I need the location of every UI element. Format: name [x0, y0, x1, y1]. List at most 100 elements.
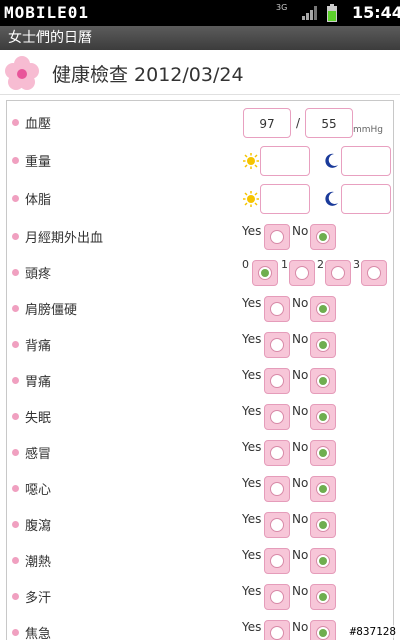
- bp-separator: /: [296, 116, 301, 130]
- scale-radio-1[interactable]: [289, 260, 315, 286]
- radio-ring: [295, 266, 309, 280]
- yes-label: Yes: [242, 476, 262, 490]
- row-label: 潮熱: [25, 555, 52, 570]
- row-label: 胃痛: [25, 375, 52, 390]
- row-hot-flashes: 潮熱 Yes No: [7, 543, 393, 579]
- bullet: [12, 485, 19, 492]
- no-radio[interactable]: [310, 584, 336, 610]
- no-radio[interactable]: [310, 476, 336, 502]
- app-title-bar: 女士們的日曆: [0, 26, 400, 50]
- yes-radio[interactable]: [264, 476, 290, 502]
- yes-label: Yes: [242, 224, 262, 238]
- radio-ring: [270, 302, 284, 316]
- no-label: No: [292, 476, 309, 490]
- bullet: [12, 233, 19, 240]
- battery-icon: [327, 4, 337, 22]
- radio-ring: [316, 482, 330, 496]
- yes-radio[interactable]: [264, 224, 290, 250]
- row-blood-pressure: 血壓 97 / 55 mmHg: [7, 105, 393, 141]
- bullet: [12, 269, 19, 276]
- app-title: 女士們的日曆: [8, 30, 92, 46]
- radio-dot: [319, 233, 327, 241]
- no-radio[interactable]: [310, 404, 336, 430]
- no-radio[interactable]: [310, 620, 336, 640]
- flower-icon: [5, 56, 39, 90]
- yes-radio[interactable]: [264, 620, 290, 640]
- row-headache: 頭疼 0 1 2 3: [7, 255, 393, 291]
- scale-label-2: 2: [317, 258, 324, 271]
- yes-label: Yes: [242, 620, 262, 634]
- network-type: 3G: [276, 3, 288, 12]
- weight-morning-input[interactable]: [260, 146, 310, 176]
- yes-radio[interactable]: [264, 332, 290, 358]
- scale-radio-0[interactable]: [252, 260, 278, 286]
- no-label: No: [292, 404, 309, 418]
- radio-ring: [316, 410, 330, 424]
- row-body-fat: 体脂: [7, 181, 393, 217]
- no-label: No: [292, 548, 309, 562]
- radio-ring: [270, 230, 284, 244]
- no-radio[interactable]: [310, 440, 336, 466]
- no-radio[interactable]: [310, 548, 336, 574]
- row-diarrhea: 腹瀉 Yes No: [7, 507, 393, 543]
- radio-ring: [316, 374, 330, 388]
- yes-radio[interactable]: [264, 296, 290, 322]
- radio-ring: [316, 338, 330, 352]
- radio-ring: [316, 554, 330, 568]
- page-title: 健康檢查 2012/03/24: [52, 64, 244, 86]
- sun-icon: [243, 191, 259, 207]
- yes-radio[interactable]: [264, 584, 290, 610]
- row-label: 重量: [25, 155, 52, 170]
- row-label: 月經期外出血: [25, 231, 104, 246]
- radio-dot: [261, 269, 269, 277]
- moon-icon: [325, 191, 338, 206]
- health-check-form: 血壓 97 / 55 mmHg 重量 体脂 月經期外出血 Yes No 頭疼 0…: [6, 100, 394, 640]
- row-weight: 重量: [7, 143, 393, 179]
- radio-dot: [319, 521, 327, 529]
- bullet: [12, 449, 19, 456]
- row-insomnia: 失眠 Yes No: [7, 399, 393, 435]
- radio-dot: [319, 557, 327, 565]
- radio-dot: [319, 593, 327, 601]
- row-label: 失眠: [25, 411, 52, 426]
- yes-label: Yes: [242, 404, 262, 418]
- yes-radio[interactable]: [264, 512, 290, 538]
- weight-night-input[interactable]: [341, 146, 391, 176]
- radio-ring: [316, 446, 330, 460]
- no-radio[interactable]: [310, 512, 336, 538]
- radio-dot: [319, 485, 327, 493]
- status-brand: MOBILE01: [4, 3, 90, 22]
- no-radio[interactable]: [310, 224, 336, 250]
- diastolic-input[interactable]: 55: [305, 108, 353, 138]
- radio-ring: [270, 338, 284, 352]
- yes-radio[interactable]: [264, 440, 290, 466]
- radio-ring: [270, 374, 284, 388]
- row-label: 頭疼: [25, 267, 52, 282]
- scale-label-1: 1: [281, 258, 288, 271]
- scale-label-3: 3: [353, 258, 360, 271]
- scale-radio-2[interactable]: [325, 260, 351, 286]
- systolic-input[interactable]: 97: [243, 108, 291, 138]
- radio-ring: [316, 230, 330, 244]
- bullet: [12, 157, 19, 164]
- no-radio[interactable]: [310, 368, 336, 394]
- scale-radio-3[interactable]: [361, 260, 387, 286]
- yes-radio[interactable]: [264, 548, 290, 574]
- bullet: [12, 557, 19, 564]
- row-label: 体脂: [25, 193, 52, 208]
- no-label: No: [292, 512, 309, 526]
- no-label: No: [292, 368, 309, 382]
- yes-radio[interactable]: [264, 404, 290, 430]
- row-spotting: 月經期外出血 Yes No: [7, 219, 393, 255]
- body-fat-night-input[interactable]: [341, 184, 391, 214]
- signal-icon: [302, 6, 317, 20]
- status-bar: MOBILE01 3G 15:44: [0, 0, 400, 26]
- yes-radio[interactable]: [264, 368, 290, 394]
- bullet: [12, 413, 19, 420]
- no-radio[interactable]: [310, 332, 336, 358]
- body-fat-morning-input[interactable]: [260, 184, 310, 214]
- no-radio[interactable]: [310, 296, 336, 322]
- yes-label: Yes: [242, 512, 262, 526]
- radio-dot: [319, 629, 327, 637]
- radio-ring: [258, 266, 272, 280]
